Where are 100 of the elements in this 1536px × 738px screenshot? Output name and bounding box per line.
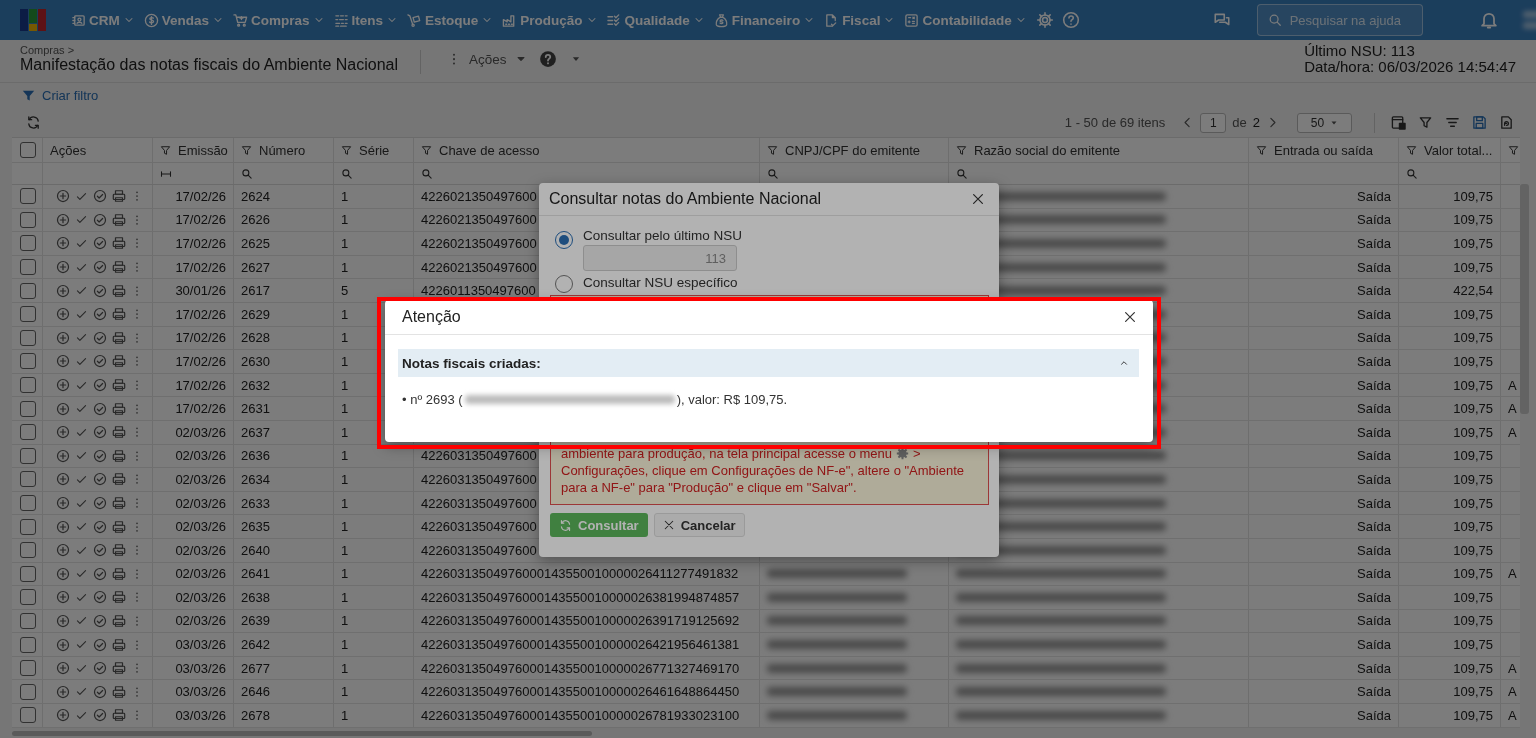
add-circle-icon[interactable]	[56, 543, 70, 558]
checkbox[interactable]	[20, 613, 36, 629]
checkbox[interactable]	[20, 400, 36, 417]
save-icon[interactable]	[1472, 115, 1487, 130]
add-circle-icon[interactable]	[56, 425, 70, 440]
add-circle-icon[interactable]	[56, 614, 70, 628]
printer-icon[interactable]	[112, 378, 126, 393]
printer-icon[interactable]	[112, 708, 126, 723]
add-circle-icon[interactable]	[56, 401, 70, 416]
checkbox[interactable]	[20, 377, 36, 394]
printer-icon[interactable]	[112, 212, 126, 227]
scrollbar[interactable]	[1520, 184, 1529, 414]
filter-icon[interactable]	[956, 144, 967, 156]
breadcrumb-link[interactable]: Compras >	[20, 44, 398, 56]
search-icon[interactable]	[767, 167, 779, 180]
columns-icon[interactable]	[1391, 115, 1406, 130]
printer-icon[interactable]	[112, 448, 126, 463]
printer-icon[interactable]	[112, 425, 126, 440]
radio-button[interactable]	[555, 275, 573, 293]
checkbox[interactable]	[20, 329, 36, 346]
printer-icon[interactable]	[112, 236, 126, 251]
close-icon[interactable]	[1123, 310, 1137, 324]
refresh-icon[interactable]	[26, 115, 41, 130]
printer-icon[interactable]	[112, 307, 126, 322]
filter-icon[interactable]	[1508, 144, 1519, 156]
nav-menu[interactable]: Compras	[232, 12, 326, 28]
column-header[interactable]: Chave de acesso	[439, 142, 540, 158]
search-icon[interactable]	[421, 167, 433, 180]
printer-icon[interactable]	[112, 330, 126, 345]
check-circle-icon[interactable]	[93, 566, 107, 581]
add-circle-icon[interactable]	[56, 684, 70, 699]
filter-icon[interactable]	[241, 144, 252, 156]
filter-icon[interactable]	[421, 144, 432, 156]
printer-icon[interactable]	[112, 543, 126, 558]
check-circle-icon[interactable]	[93, 519, 107, 534]
check-circle-icon[interactable]	[93, 708, 107, 723]
checkbox[interactable]	[20, 424, 36, 441]
add-circle-icon[interactable]	[56, 189, 70, 204]
add-circle-icon[interactable]	[56, 472, 70, 487]
check-circle-icon[interactable]	[93, 448, 107, 463]
checkbox[interactable]	[20, 142, 36, 158]
column-header[interactable]: Entrada ou saída	[1274, 142, 1374, 158]
actions-menu[interactable]: Ações	[447, 51, 527, 67]
add-circle-icon[interactable]	[56, 307, 70, 322]
check-icon[interactable]	[75, 237, 88, 250]
checkbox[interactable]	[20, 518, 36, 535]
checkbox[interactable]	[20, 636, 36, 653]
bell-icon[interactable]	[1478, 10, 1499, 30]
check-circle-icon[interactable]	[93, 590, 107, 605]
check-circle-icon[interactable]	[93, 260, 107, 275]
checkbox[interactable]	[20, 683, 36, 700]
checkbox[interactable]	[20, 282, 36, 299]
check-circle-icon[interactable]	[93, 661, 107, 676]
checkbox[interactable]	[20, 188, 36, 205]
checkbox[interactable]	[20, 707, 36, 724]
printer-icon[interactable]	[112, 472, 126, 487]
add-circle-icon[interactable]	[56, 566, 70, 581]
check-circle-icon[interactable]	[93, 236, 107, 251]
add-circle-icon[interactable]	[56, 637, 70, 652]
nav-menu[interactable]: CRM	[70, 12, 136, 28]
add-circle-icon[interactable]	[56, 354, 70, 369]
check-circle-icon[interactable]	[93, 614, 107, 628]
check-circle-icon[interactable]	[93, 637, 107, 652]
column-header[interactable]: Valor total...	[1424, 142, 1493, 158]
column-header[interactable]: Razão social do emitente	[974, 142, 1120, 158]
filter-icon[interactable]	[767, 144, 778, 156]
nav-menu[interactable]: Produção	[501, 12, 599, 28]
printer-icon[interactable]	[112, 401, 126, 416]
check-circle-icon[interactable]	[93, 354, 107, 369]
checkbox[interactable]	[20, 471, 36, 488]
add-circle-icon[interactable]	[56, 448, 70, 463]
filter-icon[interactable]	[1256, 144, 1267, 156]
export-document-icon[interactable]	[1499, 115, 1514, 130]
check-circle-icon[interactable]	[93, 401, 107, 416]
column-header[interactable]: Série	[359, 142, 390, 158]
sort-lines-icon[interactable]	[1445, 115, 1460, 130]
add-circle-icon[interactable]	[56, 330, 70, 345]
radio-button[interactable]	[555, 231, 573, 249]
printer-icon[interactable]	[112, 684, 126, 699]
nav-menu[interactable]: Estoque	[406, 12, 495, 28]
check-circle-icon[interactable]	[93, 425, 107, 440]
printer-icon[interactable]	[112, 614, 126, 628]
search-icon[interactable]	[1406, 167, 1418, 180]
check-circle-icon[interactable]	[93, 212, 107, 227]
check-circle-icon[interactable]	[93, 189, 107, 204]
checkbox[interactable]	[20, 542, 36, 559]
add-circle-icon[interactable]	[56, 212, 70, 227]
printer-icon[interactable]	[112, 260, 126, 275]
checkbox[interactable]	[20, 259, 36, 276]
help-icon[interactable]	[1061, 11, 1080, 29]
filter-icon[interactable]	[1418, 115, 1433, 130]
page-number-field[interactable]: 1	[1200, 112, 1227, 133]
close-icon[interactable]	[971, 192, 985, 206]
add-circle-icon[interactable]	[56, 496, 70, 510]
check-circle-icon[interactable]	[93, 543, 107, 558]
cancel-button[interactable]: Cancelar	[653, 513, 745, 537]
checkbox[interactable]	[20, 447, 36, 464]
check-circle-icon[interactable]	[93, 307, 107, 322]
add-circle-icon[interactable]	[56, 661, 70, 676]
page-size-select[interactable]: 50	[1297, 112, 1352, 133]
